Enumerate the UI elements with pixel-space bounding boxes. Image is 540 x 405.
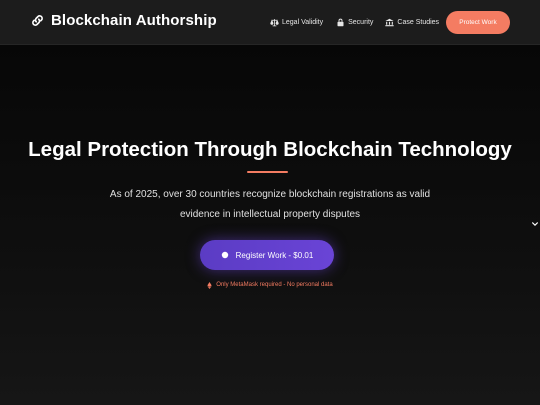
ethereum-icon xyxy=(207,281,212,289)
chevron-down-icon[interactable] xyxy=(531,215,539,226)
hero-section: Legal Protection Through Blockchain Tech… xyxy=(0,45,540,405)
metamask-note: Only MetaMask required - No personal dat… xyxy=(0,280,540,290)
nav-link-security[interactable]: Security xyxy=(336,18,373,27)
nav-link-label: Security xyxy=(348,18,374,26)
title-underline xyxy=(247,171,288,173)
brand-title: Blockchain Authorship xyxy=(51,11,217,29)
nav-link-legal-validity[interactable]: Legal Validity xyxy=(270,18,323,27)
top-navbar: Blockchain Authorship Legal Validity Sec… xyxy=(0,0,540,45)
hero-subtitle: As of 2025, over 30 countries recognize … xyxy=(109,189,431,220)
protect-work-button[interactable]: Protect Work xyxy=(446,11,510,34)
brand[interactable]: Blockchain Authorship xyxy=(30,10,217,30)
nav-link-label: Case Studies xyxy=(397,18,440,26)
nav-link-case-studies[interactable]: Case Studies xyxy=(385,18,439,27)
register-work-button[interactable]: Register Work - $0.01 xyxy=(200,240,334,270)
circle-icon xyxy=(221,251,229,259)
scale-icon xyxy=(270,18,279,27)
nav-link-label: Legal Validity xyxy=(282,18,324,26)
nav-links: Legal Validity Security Case Studies xyxy=(270,16,439,28)
metamask-note-text: Only MetaMask required - No personal dat… xyxy=(216,282,333,288)
lock-icon xyxy=(336,18,345,27)
hero-title: Legal Protection Through Blockchain Tech… xyxy=(28,138,512,161)
register-work-label: Register Work - $0.01 xyxy=(235,250,314,260)
link-icon xyxy=(30,13,45,28)
institution-icon xyxy=(385,18,395,27)
